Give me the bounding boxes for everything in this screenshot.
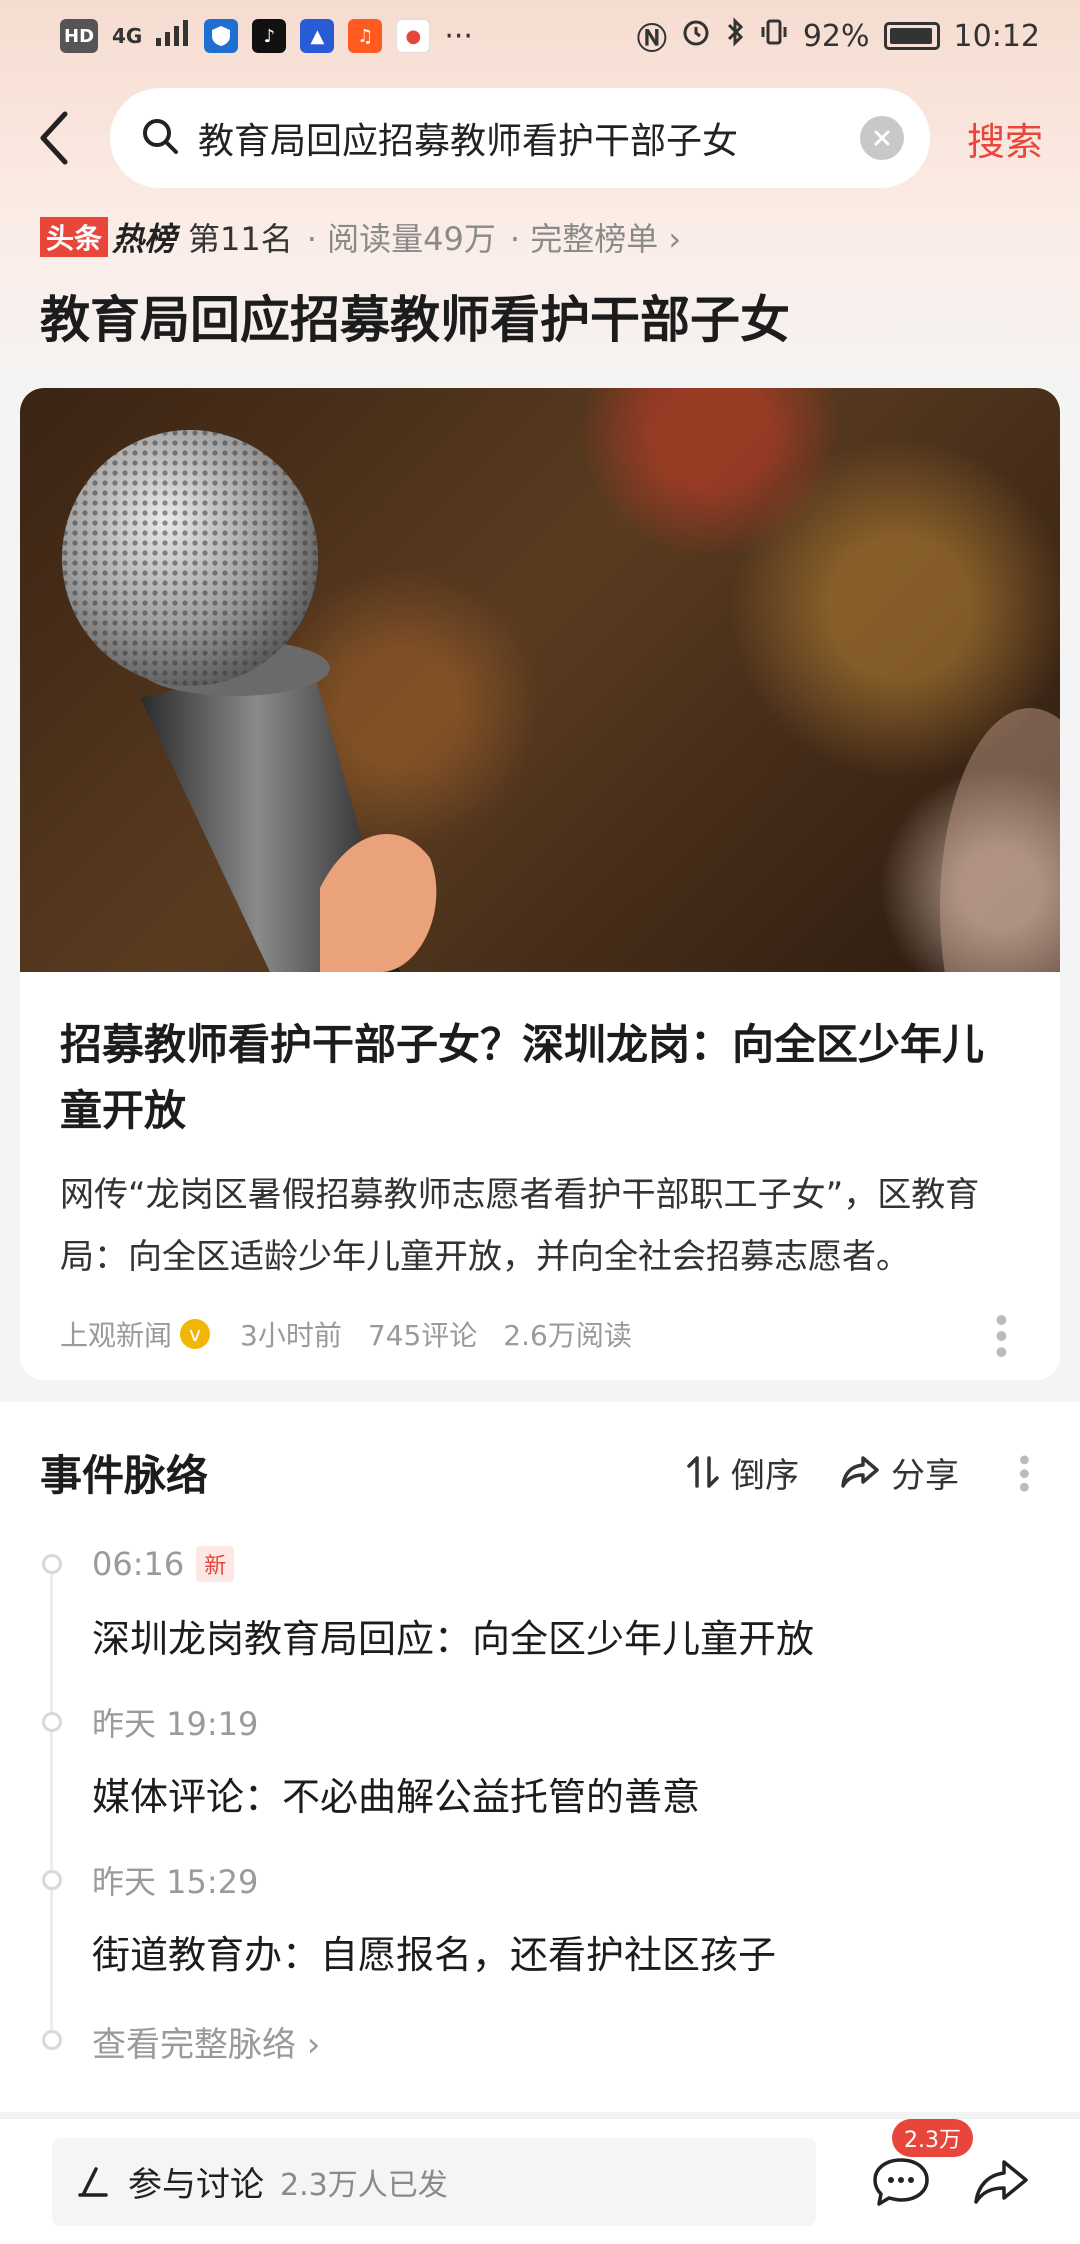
- more-options-icon[interactable]: •••: [980, 1310, 1020, 1358]
- timeline-headline[interactable]: 深圳龙岗教育局回应：向全区少年儿童开放: [92, 1608, 1080, 1663]
- rank-position: 第11名: [188, 220, 293, 258]
- timeline-dot: [42, 1712, 62, 1732]
- battery-icon: [883, 22, 940, 50]
- news-card[interactable]: 招募教师看护干部子女？深圳龙岗：向全区少年儿童开放 网传“龙岗区暑假招募教师志愿…: [20, 388, 1060, 1380]
- timeline-item[interactable]: 06:16 新 深圳龙岗教育局回应：向全区少年儿童开放: [42, 1542, 1080, 1700]
- new-badge: 新: [196, 1546, 235, 1582]
- discussion-count: 2.3万人已发: [280, 2167, 448, 2203]
- share-label: 分享: [891, 1455, 959, 1496]
- share-timeline-button[interactable]: 分享: [839, 1448, 959, 1497]
- timeline-dot: [42, 2030, 62, 2050]
- search-button[interactable]: 搜索: [930, 111, 1080, 166]
- bottom-bar: 参与讨论 2.3万人已发 2.3万: [0, 2118, 1080, 2244]
- timeline-line: [50, 1564, 53, 2044]
- news-card-body: 招募教师看护干部子女？深圳龙岗：向全区少年儿童开放 网传“龙岗区暑假招募教师志愿…: [20, 972, 1060, 1358]
- sort-label: 倒序: [731, 1455, 799, 1496]
- more-notifications-icon: ···: [444, 18, 473, 54]
- hot-list-logo: 头条 热榜: [40, 215, 176, 259]
- app-listen-icon: ♫: [348, 19, 383, 53]
- hot-rank-row[interactable]: 头条 热榜 第11名 · 阅读量49万 · 完整榜单 ›: [40, 212, 681, 262]
- discussion-input[interactable]: 参与讨论 2.3万人已发: [52, 2137, 816, 2226]
- timeline-more-icon[interactable]: •••: [1005, 1451, 1040, 1492]
- alarm-icon: [681, 17, 711, 55]
- rank-reads: · 阅读量49万: [306, 220, 496, 258]
- timeline-dot: [42, 1870, 62, 1890]
- full-list-link[interactable]: · 完整榜单 ›: [510, 214, 681, 260]
- app-shield-icon: [204, 19, 239, 53]
- news-reads: 2.6万阅读: [503, 1319, 632, 1353]
- search-icon: [140, 116, 180, 160]
- timeline-list: 06:16 新 深圳龙岗教育局回应：向全区少年儿童开放 昨天 19:19 媒体评…: [0, 1542, 1080, 2066]
- clear-icon[interactable]: [860, 116, 904, 160]
- news-summary: 网传“龙岗区暑假招募教师志愿者看护干部职工子女”，区教育局：向全区适龄少年儿童开…: [60, 1175, 980, 1277]
- sort-button[interactable]: 倒序: [683, 1448, 799, 1497]
- pen-icon: [78, 2166, 108, 2197]
- microphone-illustration: [62, 430, 1060, 972]
- comment-button[interactable]: 2.3万: [866, 2118, 973, 2217]
- view-full-timeline-label: 查看完整脉络 ›: [92, 2024, 321, 2065]
- timeline-headline[interactable]: 媒体评论：不必曲解公益托管的善意: [92, 1766, 1080, 1821]
- news-time: 3小时前: [240, 1319, 342, 1353]
- news-image-microphone[interactable]: [20, 388, 1060, 972]
- discussion-label: 参与讨论: [128, 2165, 264, 2205]
- timeline-time: 昨天 19:19: [92, 1705, 259, 1743]
- status-bar: HD 4G ♪ ▲ ♫ ● ··· Ⓝ 92% 10:12: [0, 0, 1080, 72]
- share-button[interactable]: [966, 2147, 1036, 2217]
- news-title[interactable]: 招募教师看护干部子女？深圳龙岗：向全区少年儿童开放: [60, 1012, 1020, 1144]
- bluetooth-icon: [725, 17, 745, 55]
- app-tiktok-icon: ♪: [252, 19, 287, 53]
- signal-icon: [156, 18, 190, 54]
- share-arrow-icon: [974, 2159, 1028, 2204]
- search-input[interactable]: 教育局回应招募教师看护干部子女: [198, 112, 860, 164]
- clock-time: 10:12: [953, 18, 1040, 54]
- back-button[interactable]: [0, 86, 110, 190]
- nfc-icon: Ⓝ: [636, 22, 667, 57]
- status-bar-right: Ⓝ 92% 10:12: [637, 14, 1040, 58]
- hot-list-logo-part-b: 热榜: [112, 220, 177, 258]
- timeline-headline[interactable]: 街道教育办：自愿报名，还看护社区孩子: [92, 1924, 1080, 1979]
- timeline-time: 06:16 新: [92, 1542, 1080, 1586]
- chevron-left-icon: [40, 111, 68, 165]
- timeline-time-text: 06:16: [92, 1545, 185, 1583]
- timeline-title: 事件脉络: [40, 1450, 209, 1500]
- timeline-item[interactable]: 昨天 19:19 媒体评论：不必曲解公益托管的善意: [42, 1700, 1080, 1858]
- verified-icon: v: [180, 1319, 211, 1350]
- timeline-header: 事件脉络 倒序 分享 •••: [0, 1402, 1080, 1542]
- search-header: 教育局回应招募教师看护干部子女 搜索: [0, 86, 1080, 190]
- network-icon: 4G: [112, 24, 143, 48]
- event-timeline: 事件脉络 倒序 分享 ••• 06:16 新 深圳龙岗教育局回应：向全区少年儿童…: [0, 1402, 1080, 2112]
- search-box[interactable]: 教育局回应招募教师看护干部子女: [110, 88, 930, 188]
- share-icon: [841, 1456, 879, 1488]
- app-news-icon: ▲: [300, 19, 335, 53]
- timeline-dot: [42, 1554, 62, 1574]
- news-meta: 上观新闻 v 3小时前 745评论 2.6万阅读 •••: [60, 1310, 1020, 1358]
- news-comments: 745评论: [367, 1319, 478, 1353]
- page-title: 教育局回应招募教师看护干部子女: [40, 291, 790, 349]
- comment-icon: [873, 2157, 929, 2206]
- hd-icon: HD: [60, 19, 99, 53]
- timeline-time: 昨天 15:29: [92, 1863, 259, 1901]
- status-bar-left: HD 4G ♪ ▲ ♫ ● ···: [60, 18, 473, 54]
- vibrate-icon: [759, 17, 789, 55]
- sort-icon: [687, 1456, 719, 1488]
- view-full-timeline-link[interactable]: 查看完整脉络 ›: [42, 2016, 1080, 2066]
- hot-list-logo-part-a: 头条: [40, 217, 109, 257]
- app-location-icon: ●: [396, 19, 431, 53]
- comment-count-badge: 2.3万: [892, 2118, 973, 2157]
- timeline-item[interactable]: 昨天 15:29 街道教育办：自愿报名，还看护社区孩子: [42, 1858, 1080, 2016]
- news-source[interactable]: 上观新闻: [60, 1314, 172, 1354]
- battery-percent: 92%: [802, 18, 870, 54]
